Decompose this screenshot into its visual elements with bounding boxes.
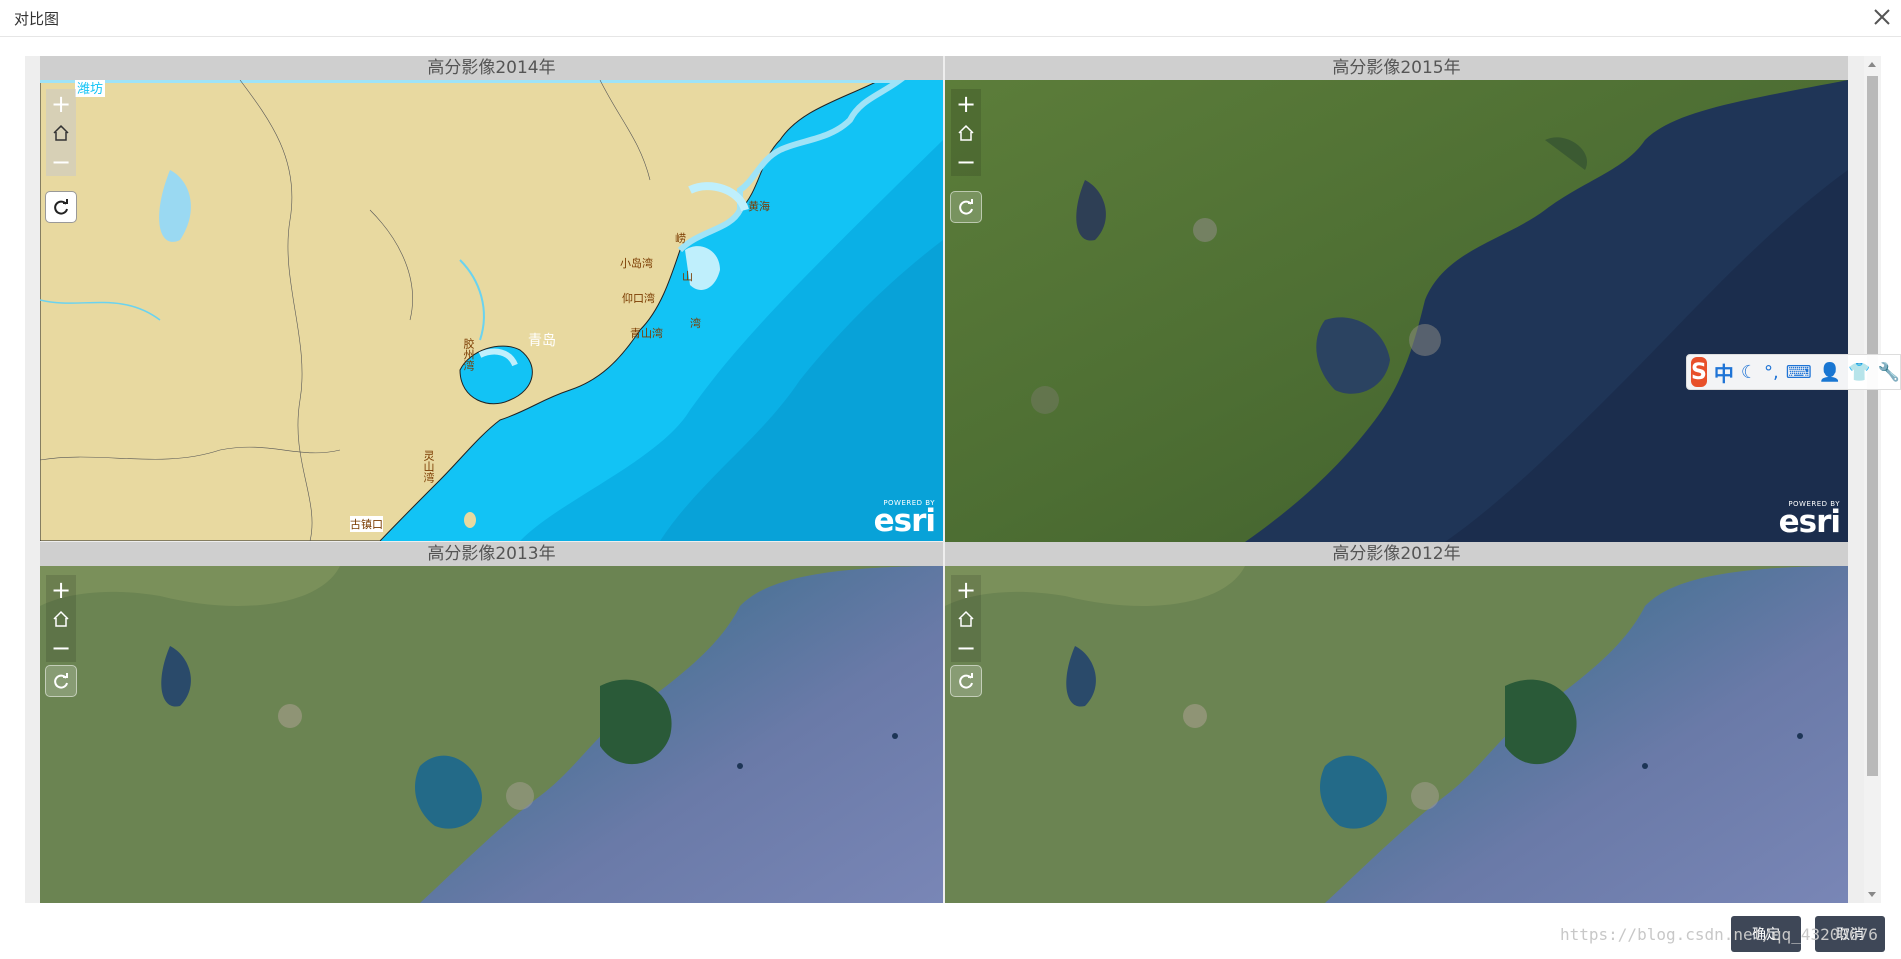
plus-icon: + [50,89,72,118]
home-button[interactable] [46,604,76,633]
moon-icon[interactable]: ☾ [1741,362,1757,383]
scroll-thumb[interactable] [1867,76,1878,776]
zoom-control: + − [951,575,981,662]
zoom-in-button[interactable]: + [46,89,76,118]
home-button[interactable] [951,118,981,147]
skin-icon[interactable]: 👕 [1848,362,1870,383]
refresh-icon [959,673,973,689]
map-label: 青岛 [528,333,556,349]
esri-logo: POWERED BY esri [1778,500,1841,540]
map-panel-2012: 高分影像2012年 + − [945,542,1848,903]
refresh-button[interactable] [950,665,982,697]
map-label: 青山湾 [630,327,663,340]
map-view[interactable] [945,566,1848,903]
home-icon [958,124,974,141]
refresh-icon [54,199,68,215]
refresh-button[interactable] [45,665,77,697]
scroll-up-icon[interactable] [1868,62,1876,67]
close-icon[interactable] [1869,4,1895,30]
minus-icon: − [955,147,977,176]
map-label: 潍坊 [75,80,106,97]
vector-basemap [40,80,943,541]
map-panel-2015: 高分影像2015年 POWERED BY esri + − [945,56,1848,542]
minus-icon: − [50,633,72,662]
vertical-scrollbar[interactable] [1864,56,1881,903]
satellite-imagery [40,566,943,903]
user-icon[interactable]: 👤 [1819,362,1841,383]
map-view[interactable] [40,566,943,903]
minus-icon: − [955,633,977,662]
map-panel-2013: 高分影像2013年 + − [40,542,943,903]
plus-icon: + [955,575,977,604]
plus-icon: + [955,89,977,118]
zoom-in-button[interactable]: + [951,575,981,604]
map-comparison-grid: 高分影像2014年 潍坊 青岛 黄海 崂 小岛湾 仰口湾 青山湾 山 湾 胶州湾… [40,56,1848,903]
map-label: 黄海 [748,200,770,213]
map-label: 山 [682,270,693,283]
map-label: 湾 [690,317,701,330]
home-icon [53,610,69,627]
zoom-control: + − [46,89,76,176]
map-label: 仰口湾 [622,292,655,305]
refresh-icon [959,199,973,215]
panel-title: 高分影像2013年 [40,542,943,566]
keyboard-icon[interactable]: ⌨ [1786,362,1812,383]
zoom-in-button[interactable]: + [951,89,981,118]
refresh-icon [54,673,68,689]
map-view[interactable]: POWERED BY esri [945,80,1848,542]
map-label: 古镇口 [350,516,383,532]
panel-title: 高分影像2012年 [945,542,1848,566]
scroll-down-icon[interactable] [1868,892,1876,897]
zoom-control: + − [46,575,76,662]
zoom-out-button[interactable]: − [951,147,981,176]
satellite-imagery [945,566,1848,903]
punctuation-icon[interactable]: °, [1764,362,1779,383]
home-button[interactable] [46,118,76,147]
map-label: 小岛湾 [620,257,653,270]
plus-icon: + [50,575,72,604]
map-view[interactable]: 潍坊 青岛 黄海 崂 小岛湾 仰口湾 青山湾 山 湾 胶州湾 灵山湾 古镇口 P… [40,80,943,541]
satellite-imagery [945,80,1848,542]
home-icon [958,610,974,627]
map-panel-2014: 高分影像2014年 潍坊 青岛 黄海 崂 小岛湾 仰口湾 青山湾 山 湾 胶州湾… [40,56,943,541]
ime-mode[interactable]: 中 [1714,358,1734,387]
home-icon [53,124,69,141]
map-label: 胶州湾 [462,338,475,371]
minus-icon: − [50,147,72,176]
dialog-title: 对比图 [14,10,60,28]
watermark: https://blog.csdn.net/qq_43200676 [1560,925,1878,944]
refresh-button[interactable] [950,191,982,223]
zoom-out-button[interactable]: − [46,633,76,662]
dialog-titlebar: 对比图 [0,0,1901,37]
ime-toolbar[interactable]: S 中 ☾ °, ⌨ 👤 👕 🔧 [1686,354,1901,390]
home-button[interactable] [951,604,981,633]
zoom-out-button[interactable]: − [46,147,76,176]
panel-title: 高分影像2015年 [945,56,1848,80]
panel-title: 高分影像2014年 [40,56,943,80]
map-label: 崂 [675,232,686,245]
esri-logo: POWERED BY esri [873,499,936,539]
zoom-control: + − [951,89,981,176]
tools-icon[interactable]: 🔧 [1878,362,1900,383]
refresh-button[interactable] [45,191,77,223]
zoom-out-button[interactable]: − [951,633,981,662]
map-label: 灵山湾 [422,450,435,483]
zoom-in-button[interactable]: + [46,575,76,604]
sogou-logo-icon[interactable]: S [1691,357,1707,387]
